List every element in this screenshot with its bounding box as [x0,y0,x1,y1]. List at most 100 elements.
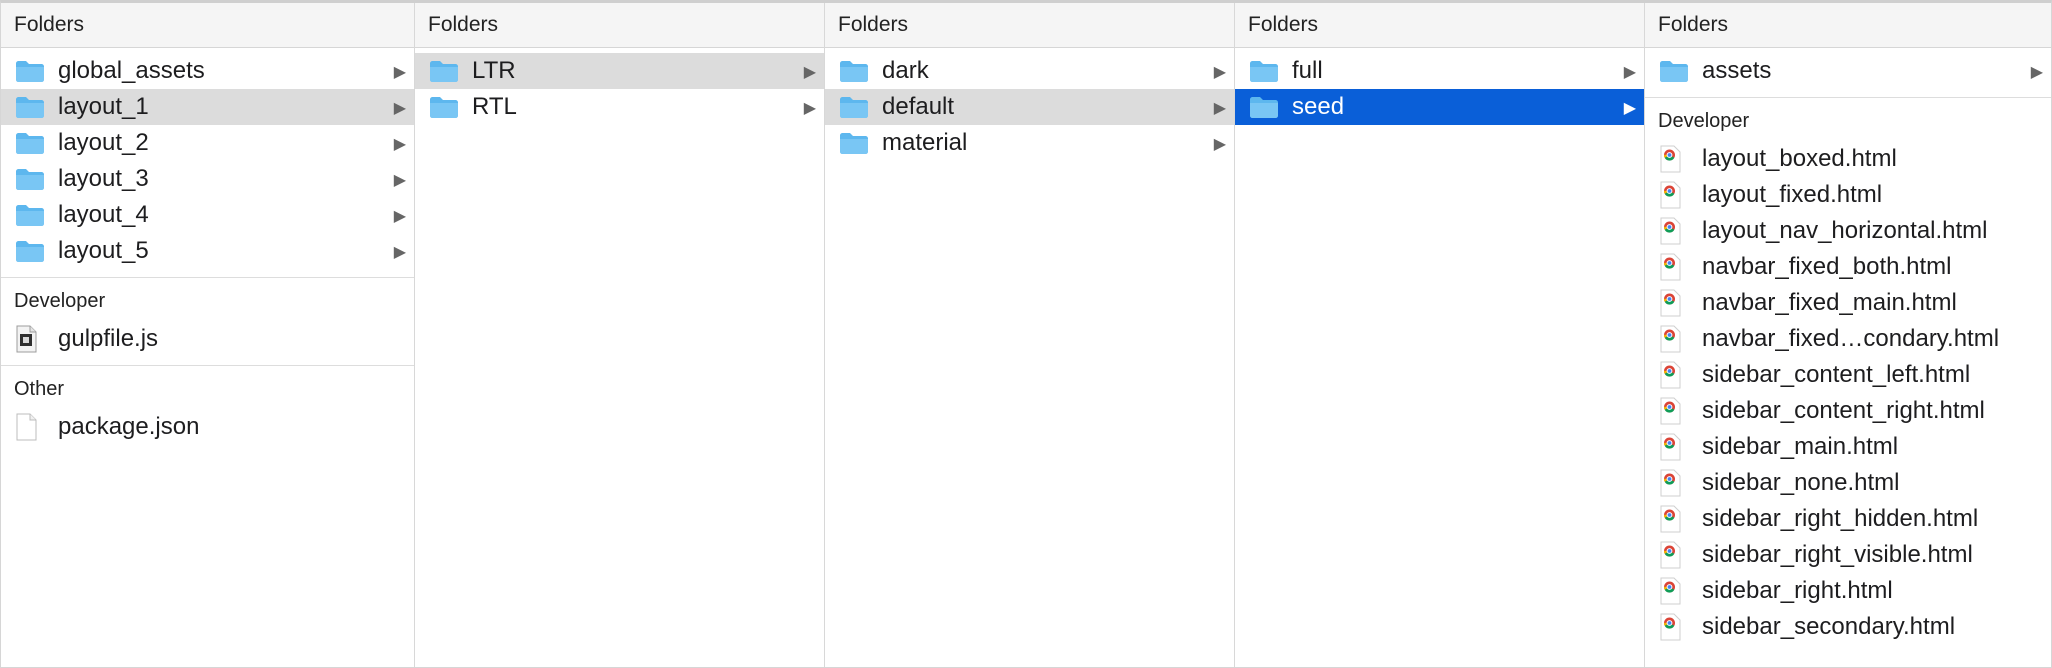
file-label: sidebar_secondary.html [1702,613,1956,640]
folder-list: full ▶ seed ▶ [1235,48,1644,125]
file-row-package-json[interactable]: package.json [1,409,414,445]
file-row[interactable]: layout_boxed.html [1645,141,2051,177]
folder-icon [14,93,48,121]
column-5: Folders assets ▶ Developer layout_boxed.… [1645,3,2051,667]
folder-row-layout-1[interactable]: layout_1 ▶ [1,89,414,125]
column-2: Folders LTR ▶ RTL ▶ [415,3,825,667]
file-row[interactable]: sidebar_main.html [1645,429,2051,465]
folder-row-layout-4[interactable]: layout_4 ▶ [1,197,414,233]
disclosure-arrow-icon: ▶ [1213,64,1226,81]
file-row[interactable]: navbar_fixed_main.html [1645,285,2051,321]
folder-label: RTL [472,93,517,120]
disclosure-arrow-icon: ▶ [1213,100,1226,117]
folder-label: material [882,129,968,156]
disclosure-arrow-icon: ▶ [1623,100,1636,117]
folder-label: layout_4 [58,201,149,228]
chrome-html-icon [1658,505,1692,533]
file-label: layout_fixed.html [1702,181,1883,208]
folder-icon [838,93,872,121]
section-title-developer: Developer [14,290,106,312]
folder-list: global_assets ▶ layout_1 ▶ layout_2 ▶ la… [1,48,414,269]
file-row[interactable]: navbar_fixed_both.html [1645,249,2051,285]
column-header: Folders [415,3,824,48]
folder-row-material[interactable]: material ▶ [825,125,1234,161]
file-row[interactable]: sidebar_right_hidden.html [1645,501,2051,537]
folder-icon [14,201,48,229]
folder-label: layout_3 [58,165,149,192]
section-divider [1,365,414,366]
chrome-html-icon [1658,577,1692,605]
column-1: Folders global_assets ▶ layout_1 ▶ layou… [1,3,415,667]
file-label: sidebar_right_hidden.html [1702,505,1979,532]
folder-row-layout-5[interactable]: layout_5 ▶ [1,233,414,269]
folder-row-dark[interactable]: dark ▶ [825,53,1234,89]
file-row[interactable]: sidebar_content_left.html [1645,357,2051,393]
column-browser: Folders global_assets ▶ layout_1 ▶ layou… [0,0,2052,668]
file-row[interactable]: sidebar_right.html [1645,573,2051,609]
file-list: layout_boxed.html layout_fixed.html layo… [1645,141,2051,645]
folder-row-full[interactable]: full ▶ [1235,53,1644,89]
folder-row-global-assets[interactable]: global_assets ▶ [1,53,414,89]
folder-icon [1658,57,1692,85]
folder-row-ltr[interactable]: LTR ▶ [415,53,824,89]
file-row[interactable]: layout_fixed.html [1645,177,2051,213]
folder-icon [14,165,48,193]
chrome-html-icon [1658,433,1692,461]
file-label: layout_nav_horizontal.html [1702,217,1988,244]
folder-icon [14,57,48,85]
folder-label: default [882,93,955,120]
file-row[interactable]: sidebar_right_visible.html [1645,537,2051,573]
folder-label: assets [1702,57,1772,84]
disclosure-arrow-icon: ▶ [393,172,406,189]
folder-row-default[interactable]: default ▶ [825,89,1234,125]
disclosure-arrow-icon: ▶ [393,136,406,153]
chrome-html-icon [1658,397,1692,425]
file-row[interactable]: sidebar_none.html [1645,465,2051,501]
chrome-html-icon [1658,145,1692,173]
chrome-html-icon [1658,361,1692,389]
file-label: sidebar_content_right.html [1702,397,1985,424]
section-divider [1,277,414,278]
chrome-html-icon [1658,289,1692,317]
folder-icon [14,237,48,265]
chrome-html-icon [1658,469,1692,497]
disclosure-arrow-icon: ▶ [1213,136,1226,153]
folder-list: LTR ▶ RTL ▶ [415,48,824,125]
file-label: navbar_fixed_both.html [1702,253,1952,280]
section-title-other: Other [14,378,65,400]
folder-row-rtl[interactable]: RTL ▶ [415,89,824,125]
folder-label: global_assets [58,57,205,84]
file-label: gulpfile.js [58,325,159,352]
folder-row-layout-2[interactable]: layout_2 ▶ [1,125,414,161]
disclosure-arrow-icon: ▶ [393,64,406,81]
column-header: Folders [825,3,1234,48]
chrome-html-icon [1658,217,1692,245]
file-row[interactable]: layout_nav_horizontal.html [1645,213,2051,249]
chrome-html-icon [1658,253,1692,281]
file-row[interactable]: sidebar_secondary.html [1645,609,2051,645]
folder-list: assets ▶ [1645,48,2051,89]
chrome-html-icon [1658,541,1692,569]
file-row[interactable]: navbar_fixed…condary.html [1645,321,2051,357]
folder-icon [1248,93,1282,121]
chrome-html-icon [1658,181,1692,209]
file-label: navbar_fixed…condary.html [1702,325,2000,352]
folder-label: layout_2 [58,129,149,156]
folder-row-assets[interactable]: assets ▶ [1645,53,2051,89]
document-icon [14,413,48,441]
column-3: Folders dark ▶ default ▶ material ▶ [825,3,1235,667]
file-label: package.json [58,413,200,440]
column-header: Folders [1235,3,1644,48]
file-row-gulpfile[interactable]: gulpfile.js [1,321,414,357]
file-label: sidebar_content_left.html [1702,361,1971,388]
file-label: sidebar_none.html [1702,469,1900,496]
folder-row-layout-3[interactable]: layout_3 ▶ [1,161,414,197]
column-4: Folders full ▶ seed ▶ [1235,3,1645,667]
disclosure-arrow-icon: ▶ [393,100,406,117]
folder-row-seed[interactable]: seed ▶ [1235,89,1644,125]
section-divider [1645,97,2051,98]
file-row[interactable]: sidebar_content_right.html [1645,393,2051,429]
disclosure-arrow-icon: ▶ [1623,64,1636,81]
disclosure-arrow-icon: ▶ [393,208,406,225]
folder-icon [838,57,872,85]
